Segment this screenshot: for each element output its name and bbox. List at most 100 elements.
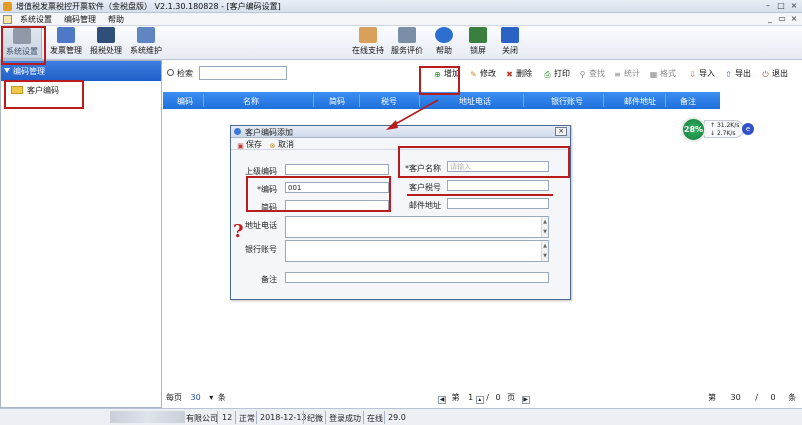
sidebar-header[interactable]: 编码管理 [1,61,161,81]
delete-button[interactable]: ✖ 删除 [505,68,532,80]
format-button[interactable]: ▦ 格式 [649,68,676,80]
save-icon: ▣ [237,142,244,150]
status-count: 12 [222,413,233,422]
export-icon: ⇧ [725,70,732,79]
per-page-control: 每页 30 ▾ 条 [166,393,226,402]
close-window-button[interactable]: × [789,1,799,11]
mdi-restore-button[interactable]: ▭ [777,14,787,24]
toolbar-tax-report-button[interactable]: 报税处理 [86,27,126,59]
exit-button[interactable]: ⏻ 退出 [761,68,788,80]
column-header-name[interactable]: 名称 [243,96,259,107]
annotation-question-mark: ? [233,221,244,242]
toolbar-online-support-button[interactable]: 在线支持 [350,27,386,59]
status-date: 2018-12-13 [260,413,307,422]
annotation-arrow [386,99,439,130]
help-icon [435,27,453,43]
search-icon [167,69,174,76]
status-online: 在线 [367,414,383,423]
customer-name-field[interactable] [447,161,549,172]
browser-icon: e [742,123,754,135]
usage-percent: 28% [681,117,706,142]
first-page-button[interactable]: ◀ [438,396,446,404]
toolbar-system-maintenance-button[interactable]: 系统维护 [126,27,166,59]
page-spinner[interactable]: ▴ [475,396,484,404]
remark-field[interactable] [285,272,549,283]
address-phone-field[interactable]: ▲ ▼ [285,216,549,238]
title-bar: 增值税发票税控开票软件（金税盘版） V2.1.30.180828 - [客户编码… [0,0,802,13]
network-speed-widget[interactable]: ↑ 31.2K/s ↓ 2.7K/s 28% e [676,115,754,143]
short-code-label: 简码 [261,203,277,212]
scrollbar[interactable]: ▲ ▼ [541,217,548,237]
per-page-value[interactable]: 30 [191,393,201,402]
toolbar-service-rating-button[interactable]: 服务评价 [389,27,425,59]
edit-button[interactable]: ✎ 修改 [469,68,496,80]
sidebar-item-customer-code[interactable]: 客户编码 [11,85,59,97]
maintenance-icon [137,27,155,43]
lock-screen-icon [469,27,487,43]
toolbar-system-settings-button[interactable]: 系统设置 [2,27,42,59]
toolbar-invoice-management-button[interactable]: 发票管理 [46,27,86,59]
code-field[interactable] [285,182,389,193]
short-code-field[interactable] [285,200,389,211]
person-icon [359,27,377,43]
scrollbar[interactable]: ▲ ▼ [541,241,548,261]
restore-button[interactable]: □ [776,1,786,11]
statistics-icon: ≡ [614,70,621,79]
customer-code-add-dialog: 客户编码添加 × ▣保存 ⊗取消 上级编码 *编码 简码 *客户名称 客户税号 … [230,125,571,300]
column-header-code[interactable]: 编码 [177,96,193,107]
parent-code-field[interactable] [285,164,389,175]
address-phone-label: 地址电话 [245,221,277,230]
sidebar: 编码管理 客户编码 [0,60,162,408]
find-button[interactable]: ⚲ 查找 [578,68,605,80]
dialog-toolbar: ▣ 保存 ⊗ 取消 [231,138,570,150]
search-input[interactable] [199,66,287,80]
find-icon: ⚲ [579,70,586,79]
toolbar-help-button[interactable]: 帮助 [430,27,458,59]
company-name-redacted [110,411,185,423]
rating-icon [398,27,416,43]
dialog-save-button[interactable]: ▣ 保存 [237,139,262,150]
import-icon: ⇩ [689,70,696,79]
column-header-address-phone[interactable]: 地址电话 [459,96,491,107]
email-field[interactable] [447,198,549,209]
record-count: 第 30 / 0 条 [708,393,797,402]
cancel-icon: ⊗ [269,142,276,150]
dialog-close-button[interactable]: × [555,127,567,136]
column-header-short-code[interactable]: 简码 [329,96,345,107]
mdi-close-button[interactable]: × [789,14,799,24]
current-page[interactable]: 1 [468,393,473,402]
toolbar-close-button[interactable]: 关闭 [496,27,524,59]
toolbar-lock-screen-button[interactable]: 锁屏 [464,27,492,59]
column-header-bank-account[interactable]: 银行账号 [551,96,583,107]
customer-tax-id-field[interactable] [447,180,549,191]
bank-account-field[interactable]: ▲ ▼ [285,240,549,262]
gear-icon [13,28,31,44]
folder-icon [11,86,23,94]
export-button[interactable]: ⇧ 导出 [724,68,751,80]
menu-document-icon [3,15,12,24]
menu-system-settings[interactable]: 系统设置 [20,14,52,25]
parent-code-label: 上级编码 [245,167,277,176]
add-button[interactable]: ⊕ 增加 [433,68,460,80]
column-header-email[interactable]: 邮件地址 [624,96,656,107]
statistics-button[interactable]: ≡ 统计 [613,68,640,80]
format-icon: ▦ [649,70,658,79]
print-button[interactable]: ⎙ 打印 [543,68,570,80]
delete-icon: ✖ [506,70,513,79]
mdi-minimize-button[interactable]: _ [765,14,775,24]
column-header-remark[interactable]: 备注 [680,96,696,107]
add-icon: ⊕ [434,70,441,79]
menu-code-management[interactable]: 编码管理 [64,14,96,25]
minimize-button[interactable]: – [763,1,773,11]
status-company: 有限公司 [186,414,218,423]
code-label: *编码 [257,185,277,194]
back-arrow-icon [501,27,519,43]
menu-help[interactable]: 帮助 [108,14,124,25]
import-button[interactable]: ⇩ 导入 [688,68,715,80]
per-page-dropdown[interactable]: ▾ [209,393,213,402]
dialog-app-icon [234,128,241,135]
dialog-cancel-button[interactable]: ⊗ 取消 [269,139,294,150]
main-toolbar: 系统设置 发票管理 报税处理 系统维护 在线支持 服务评价 帮助 锁屏 关闭 [0,26,802,60]
status-bar: 有限公司 12 正常 2018-12-13 纪微 登录成功 在线 29.0 [0,408,802,425]
last-page-button[interactable]: ▶ [521,396,530,404]
